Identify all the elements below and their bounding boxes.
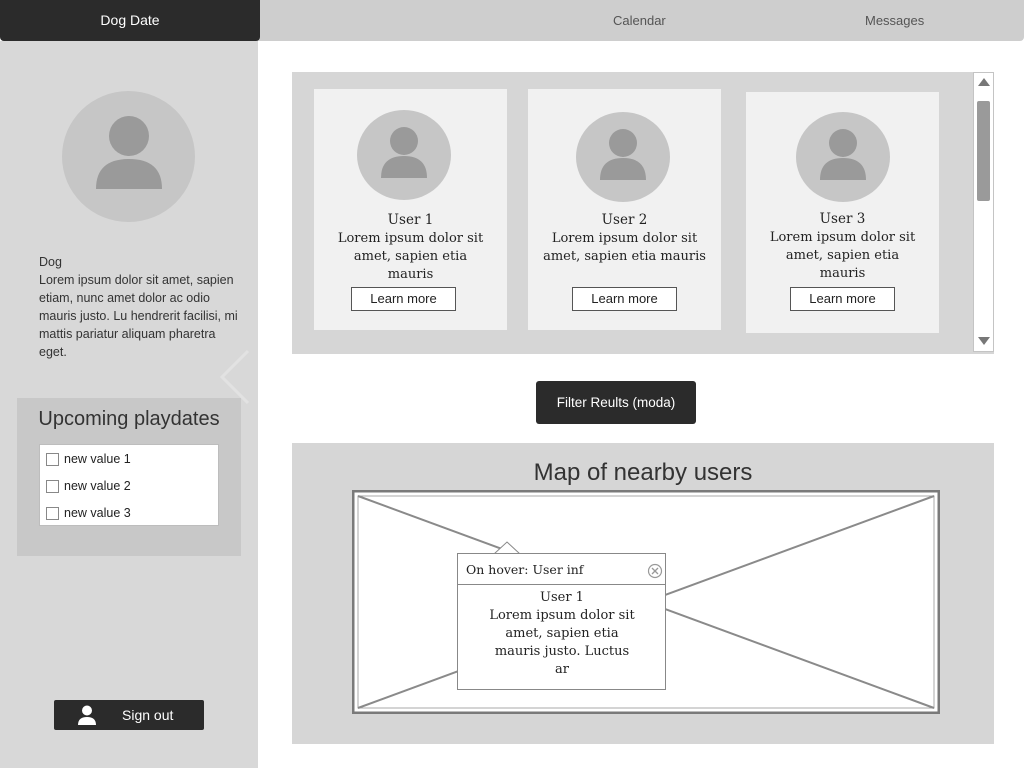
learn-more-button[interactable]: Learn more: [351, 287, 456, 311]
filter-results-button[interactable]: Filter Reults (moda): [536, 381, 696, 424]
playdates-list: new value 1 new value 2 new value 3: [39, 444, 219, 526]
playdate-item[interactable]: new value 1: [46, 449, 131, 469]
user-name: User 3: [819, 211, 866, 227]
checkbox[interactable]: [46, 506, 59, 520]
close-circle-icon[interactable]: [647, 563, 663, 579]
tooltip-description: Lorem ipsum dolor sit amet, sapien etia …: [489, 608, 635, 677]
profile-description: Lorem ipsum dolor sit amet, sapien etiam…: [39, 273, 238, 359]
user-silhouette-icon: [600, 129, 646, 180]
checkbox[interactable]: [46, 479, 59, 493]
profile-avatar: [62, 91, 195, 222]
upcoming-playdates-panel: Upcoming playdates new value 1 new value…: [17, 398, 241, 556]
playdate-item[interactable]: new value 2: [46, 476, 131, 496]
profile-info: Dog Lorem ipsum dolor sit amet, sapien e…: [39, 253, 239, 361]
scroll-down-arrow-icon[interactable]: [978, 337, 990, 345]
user-silhouette-icon: [96, 116, 162, 189]
playdate-label: new value 1: [64, 452, 131, 466]
learn-more-button[interactable]: Learn more: [790, 287, 895, 311]
map-title: Map of nearby users: [533, 459, 753, 486]
playdate-label: new value 3: [64, 506, 131, 520]
tooltip-content: User 1 Lorem ipsum dolor sit amet, sapie…: [488, 589, 636, 679]
user-card: User 3 Lorem ipsum dolor sit amet, sapie…: [746, 92, 939, 333]
user-description: Lorem ipsum dolor sit amet, sapien etia …: [543, 231, 706, 264]
nav-calendar[interactable]: Calendar: [613, 0, 666, 41]
user-silhouette-icon: [820, 129, 866, 180]
sign-out-label: Sign out: [122, 707, 174, 723]
top-nav-bar: Dog Date Calendar Messages: [0, 0, 1024, 41]
user-avatar: [796, 112, 890, 202]
scroll-thumb[interactable]: [977, 101, 990, 201]
user-card: User 1 Lorem ipsum dolor sit amet, sapie…: [314, 89, 507, 330]
user-description: Lorem ipsum dolor sit amet, sapien etia …: [337, 231, 484, 282]
user-name: User 1: [387, 212, 434, 228]
checkbox[interactable]: [46, 452, 59, 466]
playdate-item[interactable]: new value 3: [46, 503, 131, 523]
nav-messages[interactable]: Messages: [865, 0, 924, 41]
profile-name: Dog: [39, 255, 62, 269]
playdate-label: new value 2: [64, 479, 131, 493]
scroll-up-arrow-icon[interactable]: [978, 78, 990, 86]
learn-more-button[interactable]: Learn more: [572, 287, 677, 311]
user-description: Lorem ipsum dolor sit amet, sapien etia …: [769, 230, 916, 281]
user-card: User 2 Lorem ipsum dolor sit amet, sapie…: [528, 89, 721, 330]
carousel-scrollbar[interactable]: [973, 72, 994, 352]
brand-tab[interactable]: Dog Date: [0, 0, 260, 41]
user-icon: [78, 705, 96, 725]
user-avatar: [357, 110, 451, 200]
sign-out-button[interactable]: Sign out: [54, 700, 204, 730]
chevron-left-icon[interactable]: [220, 349, 252, 405]
user-name: User 2: [601, 212, 648, 228]
sidebar: Dog Lorem ipsum dolor sit amet, sapien e…: [0, 41, 258, 768]
tooltip-divider: [458, 584, 665, 585]
user-avatar: [576, 112, 670, 202]
tooltip-title: On hover: User inf: [466, 562, 584, 577]
map-hover-tooltip: On hover: User inf User 1 Lorem ipsum do…: [457, 553, 666, 690]
playdates-title: Upcoming playdates: [38, 408, 220, 430]
tooltip-user-name: User 1: [540, 590, 584, 605]
user-silhouette-icon: [381, 127, 427, 178]
